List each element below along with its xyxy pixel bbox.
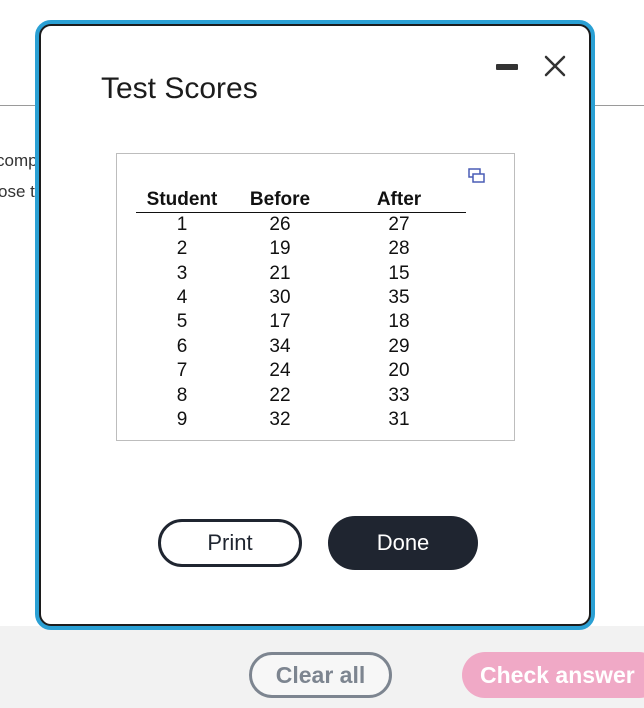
table-row: 3 21 15	[136, 261, 466, 285]
before-score-cell: 17	[269, 311, 291, 333]
dialog-body: Test Scores Student Before After 1 26 27 2 1	[39, 24, 591, 626]
after-score-cell: 18	[388, 311, 410, 333]
before-score-cell: 19	[269, 238, 291, 260]
table-row: 7 24 20	[136, 359, 466, 383]
expand-icon[interactable]	[468, 168, 486, 184]
dialog-title: Test Scores	[101, 72, 258, 105]
before-score-cell: 24	[269, 360, 291, 382]
after-score-cell: 33	[388, 384, 410, 406]
print-button[interactable]: Print	[158, 519, 302, 567]
before-score-cell: 26	[269, 214, 291, 235]
table-row: 6 34 29	[136, 335, 466, 359]
student-cell: 5	[176, 311, 188, 333]
column-header-before: Before	[228, 188, 332, 213]
close-icon[interactable]	[541, 52, 569, 80]
after-score-cell: 15	[388, 262, 410, 284]
student-cell: 6	[176, 335, 188, 357]
table-row: 9 32 31	[136, 408, 466, 432]
scores-table: Student Before After 1 26 27 2 19 28 3 21 15 4 30 3…	[136, 188, 466, 432]
table-row: 1 26 27	[136, 213, 466, 238]
before-score-cell: 32	[269, 408, 291, 430]
test-scores-dialog: Test Scores Student Before After 1 26 27 2 1	[35, 20, 595, 630]
before-score-cell: 34	[269, 335, 291, 357]
student-cell: 8	[176, 384, 188, 406]
minimize-icon[interactable]	[496, 64, 518, 70]
scores-table-panel: Student Before After 1 26 27 2 19 28 3 21 15 4 30 3…	[116, 153, 515, 441]
after-score-cell: 29	[388, 335, 410, 357]
after-score-cell: 35	[388, 286, 410, 308]
after-score-cell: 31	[388, 408, 410, 430]
student-cell: 7	[176, 360, 188, 382]
student-cell: 2	[176, 238, 188, 260]
after-score-cell: 27	[388, 214, 410, 235]
before-score-cell: 22	[269, 384, 291, 406]
table-row: 4 30 35	[136, 286, 466, 310]
clear-all-button[interactable]: Clear all	[249, 652, 392, 698]
after-score-cell: 20	[388, 360, 410, 382]
background-text-fragment: comp	[0, 151, 38, 170]
done-button[interactable]: Done	[328, 516, 478, 570]
check-answer-button[interactable]: Check answer	[462, 652, 644, 698]
before-score-cell: 30	[269, 286, 291, 308]
column-header-after: After	[332, 188, 466, 213]
before-score-cell: 21	[269, 262, 291, 284]
column-header-student: Student	[136, 188, 228, 213]
table-header-row: Student Before After	[136, 188, 466, 213]
student-cell: 3	[176, 262, 188, 284]
student-cell: 9	[176, 408, 188, 430]
table-row: 8 22 33	[136, 383, 466, 407]
background-text-fragment: ose t	[0, 182, 35, 201]
table-row: 2 19 28	[136, 237, 466, 261]
student-cell: 4	[176, 286, 188, 308]
after-score-cell: 28	[388, 238, 410, 260]
table-row: 5 17 18	[136, 310, 466, 334]
student-cell: 1	[176, 214, 188, 235]
